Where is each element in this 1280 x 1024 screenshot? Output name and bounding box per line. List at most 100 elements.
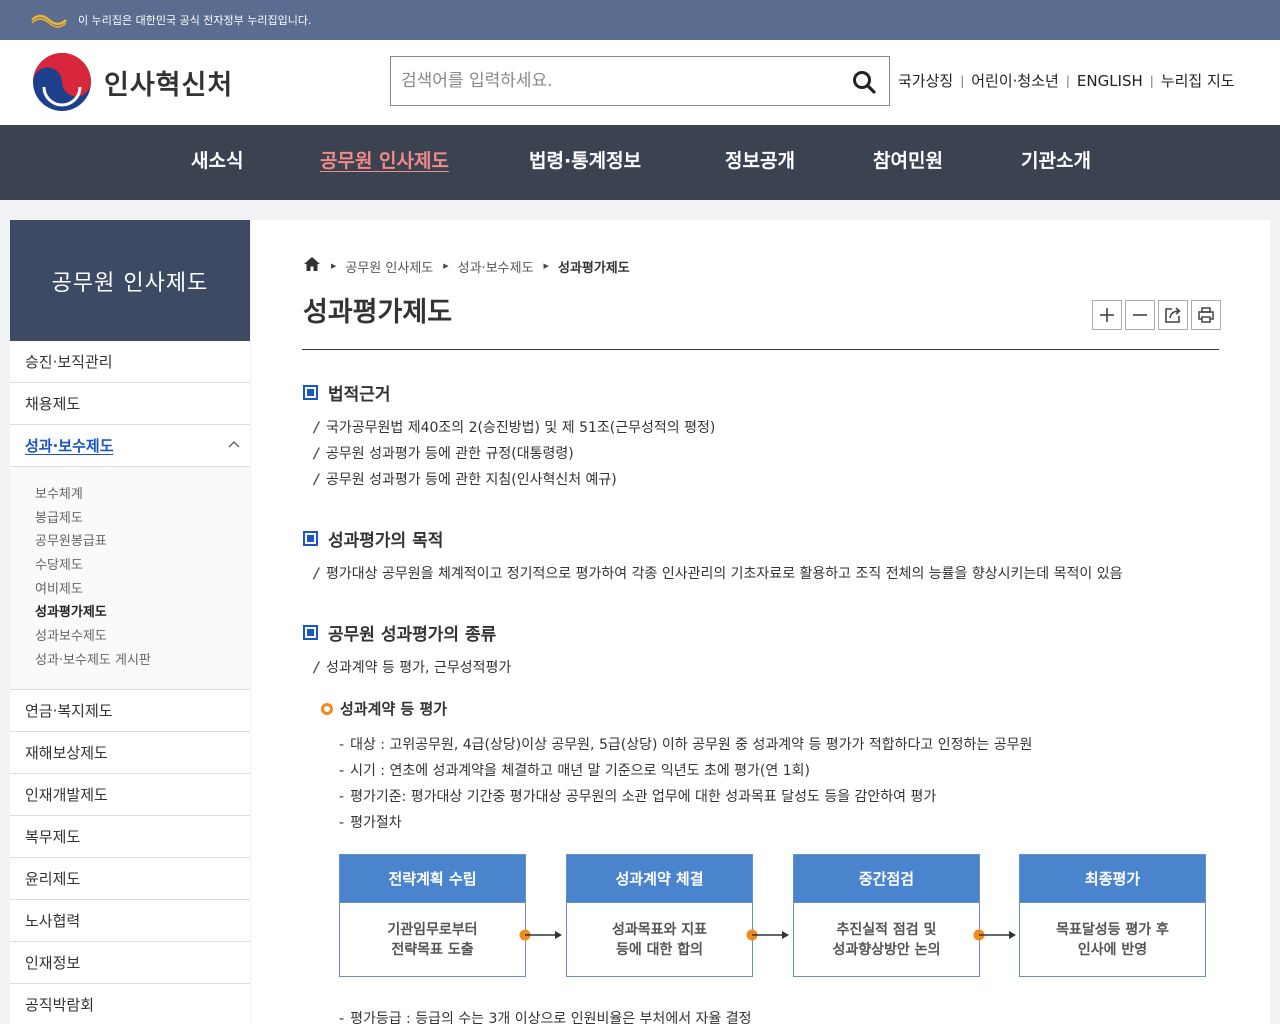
taegeuk-mark-icon bbox=[31, 14, 67, 28]
side-nav-subitem[interactable]: 보수체계 bbox=[35, 483, 250, 507]
process-step-title: 중간점검 bbox=[794, 855, 979, 903]
minus-icon bbox=[1133, 314, 1147, 316]
process-step: 최종평가 목표달성등 평가 후 인사에 반영 bbox=[1019, 854, 1206, 977]
nav-participation[interactable]: 참여민원 bbox=[873, 125, 943, 200]
side-nav-subitem[interactable]: 공무원봉급표 bbox=[35, 530, 250, 554]
side-nav-item[interactable]: 연금·복지제도 bbox=[10, 690, 250, 732]
arrow-right-icon bbox=[973, 929, 1016, 941]
home-icon[interactable] bbox=[303, 256, 321, 276]
nav-news[interactable]: 새소식 bbox=[191, 125, 243, 200]
side-nav-item[interactable]: 인재개발제도 bbox=[10, 774, 250, 816]
process-step-line: 성과향상방안 논의 bbox=[832, 941, 941, 958]
process-step-body: 추진실적 점검 및 성과향상방안 논의 bbox=[794, 903, 979, 976]
process-step-line: 기관임무로부터 bbox=[387, 921, 478, 938]
side-nav-item[interactable]: 재해보상제도 bbox=[10, 732, 250, 774]
side-nav-subitem-current[interactable]: 성과평가제도 bbox=[35, 601, 250, 625]
separator: | bbox=[1065, 73, 1070, 88]
util-link-national-symbol[interactable]: 국가상징 bbox=[898, 70, 953, 91]
plus-icon bbox=[1100, 308, 1114, 322]
section-title-purpose: 성과평가의 목적 bbox=[303, 526, 443, 551]
detail-item-text: 평가절차 bbox=[350, 815, 402, 831]
process-step-line: 등에 대한 합의 bbox=[615, 941, 704, 958]
section-title-text: 성과평가의 목적 bbox=[328, 531, 444, 551]
side-nav-title: 공무원 인사제도 bbox=[10, 220, 250, 341]
breadcrumb-arrow-icon: ▶ bbox=[331, 262, 337, 270]
side-nav-item[interactable]: 노사협력 bbox=[10, 900, 250, 942]
util-link-english[interactable]: ENGLISH bbox=[1077, 72, 1143, 90]
taegeuk-logo-icon bbox=[33, 53, 91, 111]
detail-item: - 시기 : 연초에 성과계약을 체결하고 매년 말 기준으로 익년도 초에 평가… bbox=[339, 763, 810, 779]
section-title-types: 공무원 성과평가의 종류 bbox=[303, 620, 496, 645]
process-step-line: 추진실적 점검 및 bbox=[836, 921, 937, 938]
subsection-title-text: 성과계약 등 평가 bbox=[340, 700, 448, 718]
list-item: / 평가대상 공무원을 체계적이고 정기적으로 평가하여 각종 인사관리의 기초자… bbox=[314, 563, 1122, 583]
square-bullet-icon bbox=[303, 531, 318, 546]
nav-hr-system[interactable]: 공무원 인사제도 bbox=[320, 125, 449, 200]
main-content: ▶ 공무원 인사제도 ▶ 성과·보수제도 ▶ 성과평가제도 성과평가제도 법적근… bbox=[251, 220, 1270, 1024]
logo-text: 인사혁신처 bbox=[104, 69, 234, 101]
zoom-in-button[interactable] bbox=[1092, 300, 1122, 330]
side-nav-item[interactable]: 공직박람회 bbox=[10, 984, 250, 1024]
process-step-line: 인사에 반영 bbox=[1077, 941, 1148, 958]
tick-bullet-icon: / bbox=[314, 660, 320, 676]
side-nav-submenu: 보수체계 봉급제도 공무원봉급표 수당제도 여비제도 성과평가제도 성과보수제도… bbox=[10, 467, 250, 690]
nav-about[interactable]: 기관소개 bbox=[1021, 125, 1091, 200]
zoom-out-button[interactable] bbox=[1125, 300, 1155, 330]
breadcrumb-item[interactable]: 공무원 인사제도 bbox=[345, 257, 433, 276]
share-button[interactable] bbox=[1158, 300, 1188, 330]
list-item: / 성과계약 등 평가, 근무성적평가 bbox=[314, 657, 511, 677]
nav-law-stats[interactable]: 법령·통계정보 bbox=[529, 125, 641, 200]
breadcrumb-current: 성과평가제도 bbox=[557, 260, 630, 276]
side-nav-subitem[interactable]: 성과·보수제도 게시판 bbox=[35, 649, 250, 673]
side-nav-subitem[interactable]: 성과보수제도 bbox=[35, 625, 250, 649]
separator: | bbox=[960, 73, 965, 88]
side-nav-item[interactable]: 윤리제도 bbox=[10, 858, 250, 900]
side-nav-subitem[interactable]: 수당제도 bbox=[35, 554, 250, 578]
nav-info-disclosure[interactable]: 정보공개 bbox=[725, 125, 795, 200]
process-step-title: 최종평가 bbox=[1020, 855, 1205, 903]
list-item-text: 성과계약 등 평가, 근무성적평가 bbox=[326, 660, 512, 676]
title-divider bbox=[302, 349, 1219, 350]
side-nav-subitem[interactable]: 봉급제도 bbox=[35, 507, 250, 531]
site-header: 인사혁신처 국가상징 | 어린이·청소년 | ENGLISH | 누리집 지도 bbox=[0, 40, 1280, 125]
print-button[interactable] bbox=[1191, 300, 1221, 330]
search-input[interactable] bbox=[391, 59, 831, 103]
detail-item-text: 평가기준: 평가대상 기간중 평가대상 공무원의 소관 업무에 대한 성과목표 … bbox=[350, 789, 937, 805]
arrow-right-icon bbox=[519, 929, 562, 941]
share-icon bbox=[1165, 307, 1181, 323]
square-bullet-icon bbox=[303, 385, 318, 400]
util-link-sitemap[interactable]: 누리집 지도 bbox=[1161, 70, 1235, 91]
tick-bullet-icon: / bbox=[314, 472, 320, 488]
detail-item-text: 대상 : 고위공무원, 4급(상당)이상 공무원, 5급(상당) 이하 공무원 … bbox=[350, 737, 1033, 753]
process-step-line: 전략목표 도출 bbox=[391, 941, 474, 958]
detail-item: - 대상 : 고위공무원, 4급(상당)이상 공무원, 5급(상당) 이하 공무원… bbox=[339, 737, 1033, 753]
chevron-up-icon bbox=[228, 440, 240, 448]
circle-bullet-icon bbox=[321, 702, 333, 715]
search-button[interactable] bbox=[849, 67, 879, 97]
arrow-right-icon bbox=[746, 929, 789, 941]
utility-links: 국가상징 | 어린이·청소년 | ENGLISH | 누리집 지도 bbox=[898, 70, 1235, 91]
list-item-text: 평가대상 공무원을 체계적이고 정기적으로 평가하여 각종 인사관리의 기초자료… bbox=[326, 566, 1123, 582]
process-step-line: 목표달성등 평가 후 bbox=[1056, 921, 1169, 938]
side-nav-item[interactable]: 복무제도 bbox=[10, 816, 250, 858]
page-tools bbox=[1089, 300, 1221, 330]
side-navigation: 공무원 인사제도 승진·보직관리 채용제도 성과·보수제도 보수체계 봉급제도 … bbox=[10, 220, 250, 1024]
side-nav-subitem[interactable]: 여비제도 bbox=[35, 578, 250, 602]
breadcrumb: ▶ 공무원 인사제도 ▶ 성과·보수제도 ▶ 성과평가제도 bbox=[303, 256, 630, 276]
side-nav-item[interactable]: 채용제도 bbox=[10, 383, 250, 425]
process-step-body: 성과목표와 지표 등에 대한 합의 bbox=[567, 903, 752, 976]
tick-bullet-icon: / bbox=[314, 446, 320, 462]
tick-bullet-icon: / bbox=[314, 566, 320, 582]
list-item-text: 공무원 성과평가 등에 관한 규정(대통령령) bbox=[326, 446, 574, 462]
site-logo[interactable]: 인사혁신처 bbox=[32, 52, 233, 112]
side-nav-item-open[interactable]: 성과·보수제도 bbox=[10, 425, 250, 467]
side-nav-item[interactable]: 승진·보직관리 bbox=[10, 341, 250, 383]
breadcrumb-arrow-icon: ▶ bbox=[443, 262, 449, 270]
process-step: 중간점검 추진실적 점검 및 성과향상방안 논의 bbox=[793, 854, 980, 977]
breadcrumb-arrow-icon: ▶ bbox=[543, 262, 549, 270]
page-title: 성과평가제도 bbox=[303, 297, 453, 328]
util-link-kids[interactable]: 어린이·청소년 bbox=[971, 70, 1059, 91]
side-nav-item[interactable]: 인재정보 bbox=[10, 942, 250, 984]
breadcrumb-item[interactable]: 성과·보수제도 bbox=[458, 257, 534, 276]
gov-banner: 이 누리집은 대한민국 공식 전자정부 누리집입니다. bbox=[0, 0, 1280, 40]
